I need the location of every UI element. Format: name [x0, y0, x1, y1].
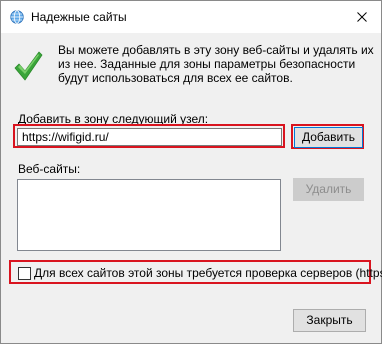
- add-button-highlight: Добавить: [291, 124, 364, 149]
- url-input-highlight: [13, 124, 285, 148]
- green-check-icon: [14, 51, 43, 81]
- trusted-sites-dialog: Надежные сайты Вы можете добавлять в эту…: [0, 0, 382, 344]
- close-window-button[interactable]: [351, 6, 373, 28]
- websites-label: Веб-сайты:: [18, 162, 81, 176]
- https-check-highlight: Для всех сайтов этой зоны требуется пров…: [9, 260, 382, 284]
- window-title: Надежные сайты: [31, 10, 127, 24]
- globe-icon: [10, 10, 24, 24]
- site-url-input[interactable]: [17, 128, 282, 146]
- title-bar: Надежные сайты: [1, 1, 381, 33]
- remove-button[interactable]: Удалить: [293, 178, 364, 201]
- close-button[interactable]: Закрыть: [293, 309, 366, 332]
- https-checkbox[interactable]: [18, 267, 31, 280]
- zone-description: Вы можете добавлять в эту зону веб-сайты…: [58, 43, 374, 85]
- https-check-label[interactable]: Для всех сайтов этой зоны требуется пров…: [34, 266, 382, 280]
- websites-list[interactable]: [17, 179, 281, 251]
- add-button[interactable]: Добавить: [294, 127, 363, 148]
- close-icon: [357, 12, 367, 22]
